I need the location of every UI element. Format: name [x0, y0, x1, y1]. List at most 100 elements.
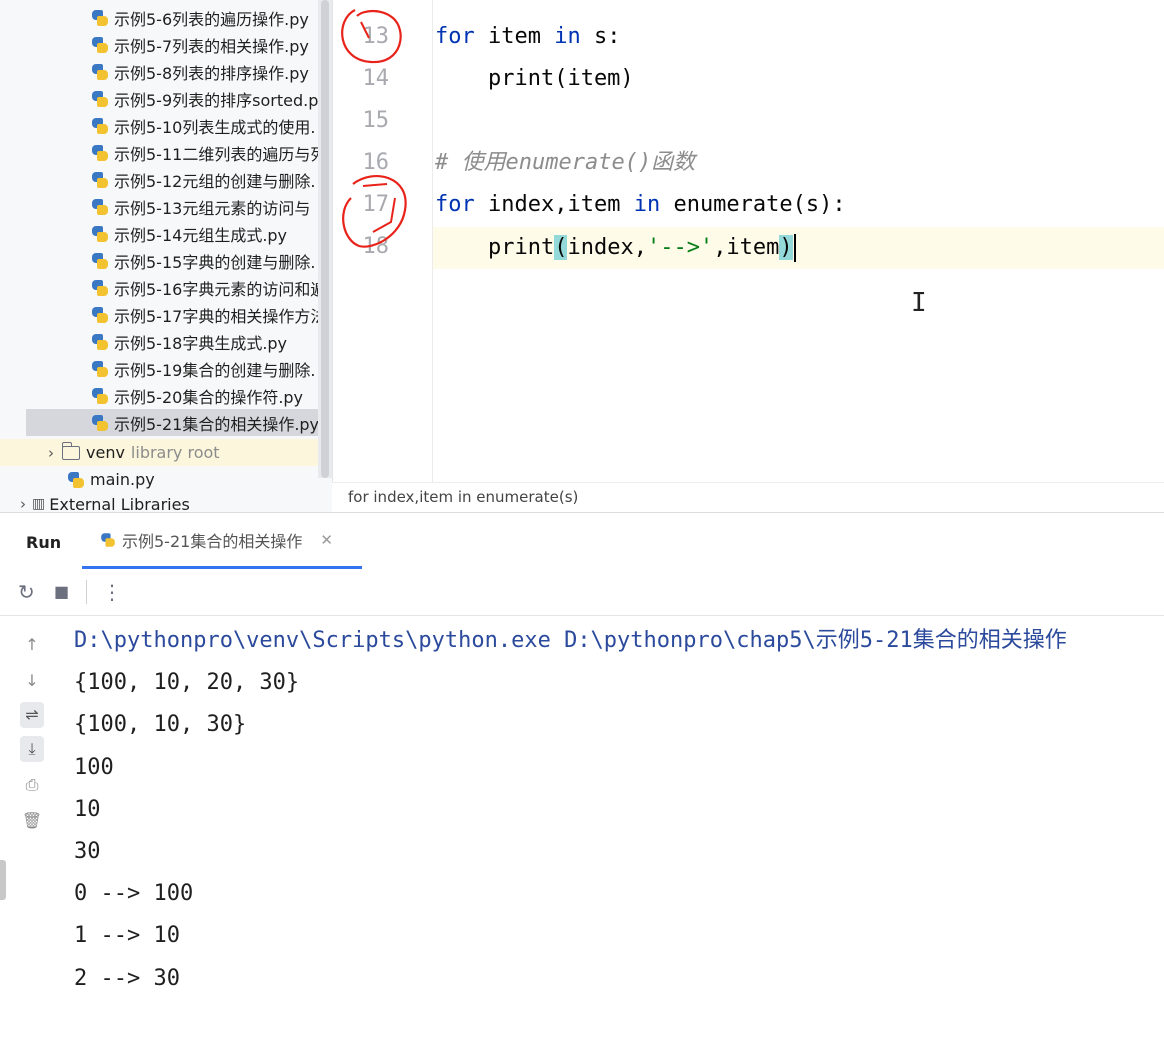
library-root-note: library root	[130, 443, 220, 462]
tree-file-item[interactable]: 示例5-14元组生成式.py	[0, 220, 332, 247]
python-file-icon	[92, 117, 108, 134]
tree-file-item[interactable]: 示例5-17字典的相关操作方法	[0, 301, 332, 328]
folder-icon	[61, 441, 80, 460]
soft-wrap-icon[interactable]: ⇌	[20, 702, 44, 728]
scroll-to-end-icon[interactable]: ⤓	[20, 736, 44, 762]
rerun-icon[interactable]: ↻	[18, 580, 35, 604]
console-line: 10	[74, 796, 101, 822]
code-text: index,	[567, 235, 647, 260]
tree-external-libraries[interactable]: › ▥ External Libraries	[0, 494, 332, 513]
python-file-icon	[92, 9, 108, 26]
code-text: ,item	[713, 235, 780, 260]
console-line: 2 --> 30	[74, 965, 180, 991]
run-title: Run	[26, 533, 62, 552]
tree-file-item[interactable]: 示例5-20集合的操作符.py	[0, 382, 332, 409]
code-line-13[interactable]: for item in s:	[435, 17, 620, 57]
code-text: print	[435, 235, 555, 260]
python-file-icon	[92, 144, 108, 161]
tree-file-item[interactable]: 示例5-6列表的遍历操作.py	[0, 4, 332, 31]
line-number: 15	[362, 108, 390, 133]
console-line: 1 --> 10	[74, 923, 180, 949]
tree-file-item[interactable]: 示例5-8列表的排序操作.py	[0, 58, 332, 85]
python-file-icon	[92, 279, 108, 296]
file-name: 示例5-8列表的排序操作.py	[114, 63, 309, 83]
tree-file-item[interactable]: 示例5-11二维列表的遍历与列	[0, 139, 332, 166]
code-line-14[interactable]: print(item)	[435, 59, 634, 99]
python-file-icon	[92, 360, 108, 377]
line-gutter: 13 14 15 16 17 18	[333, 0, 433, 482]
tree-file-item[interactable]: 示例5-12元组的创建与删除.	[0, 166, 332, 193]
tree-file-item[interactable]: 示例5-13元组元素的访问与	[0, 193, 332, 220]
keyword: in	[633, 192, 661, 217]
console-line: 0 --> 100	[74, 881, 194, 907]
python-file-icon	[92, 63, 108, 80]
tree-file-item[interactable]: 示例5-19集合的创建与删除.	[0, 355, 332, 382]
file-name: 示例5-15字典的创建与删除.	[114, 252, 316, 272]
tree-file-item[interactable]: 示例5-16字典元素的访问和遍	[0, 274, 332, 301]
file-name: 示例5-6列表的遍历操作.py	[114, 9, 309, 29]
python-file-icon	[92, 90, 108, 107]
file-name: 示例5-10列表生成式的使用.	[114, 117, 316, 137]
file-name: 示例5-12元组的创建与删除.	[114, 171, 316, 191]
console-output[interactable]: D:\pythonpro\venv\Scripts\python.exe D:\…	[74, 620, 1164, 1044]
collapsed-panel-tab[interactable]	[0, 860, 6, 900]
i-beam-cursor-icon: I	[911, 288, 927, 318]
tree-folder-venv[interactable]: › venv library root	[0, 439, 332, 466]
tree-file-item[interactable]: 示例5-9列表的排序sorted.p	[0, 85, 332, 112]
more-icon[interactable]: ⋮	[102, 580, 122, 604]
console-line: D:\pythonpro\venv\Scripts\python.exe D:\…	[74, 628, 1067, 653]
line-number: 16	[362, 150, 390, 175]
code-line-16[interactable]: # 使用enumerate()函数	[435, 143, 695, 183]
console-line: {100, 10, 30}	[74, 712, 247, 738]
tree-file-main[interactable]: main.py	[0, 466, 332, 493]
run-toolbar: ↻ ■ ⋮	[0, 568, 1164, 616]
python-file-icon	[92, 36, 108, 53]
keyword: for	[435, 192, 475, 217]
file-name: 示例5-16字典元素的访问和遍	[114, 279, 327, 299]
toolbar-divider	[86, 580, 87, 604]
file-name: 示例5-17字典的相关操作方法	[114, 306, 327, 326]
tree-file-item[interactable]: 示例5-10列表生成式的使用.	[0, 112, 332, 139]
tree-scrollbar[interactable]	[318, 0, 332, 478]
stop-icon[interactable]: ■	[54, 582, 69, 601]
python-file-icon	[92, 171, 108, 188]
external-libraries-label: External Libraries	[49, 494, 190, 513]
matched-paren: )	[779, 235, 793, 260]
file-name: main.py	[90, 470, 155, 489]
code-line-18[interactable]: print(index,'-->',item)	[435, 228, 796, 268]
trash-icon[interactable]: 🗑	[20, 808, 44, 834]
print-icon[interactable]: ⎙	[20, 772, 44, 798]
text-caret	[793, 234, 796, 262]
arrow-down-icon[interactable]: ↓	[20, 668, 44, 694]
code-editor[interactable]: 13 14 15 16 17 18 for item in s: print(i…	[332, 0, 1164, 482]
tab-run-config[interactable]: 示例5-21集合的相关操作 ✕	[82, 513, 362, 569]
close-icon[interactable]: ✕	[320, 531, 333, 549]
project-tree: 示例5-6列表的遍历操作.py 示例5-7列表的相关操作.py 示例5-8列表的排序…	[0, 0, 332, 512]
tree-file-item[interactable]: 示例5-21集合的相关操作.py	[0, 409, 332, 436]
file-name: 示例5-11二维列表的遍历与列	[114, 144, 327, 164]
file-name: 示例5-20集合的操作符.py	[114, 387, 304, 407]
code-line-17[interactable]: for index,item in enumerate(s):	[435, 185, 846, 225]
tree-file-item[interactable]: 示例5-18字典生成式.py	[0, 328, 332, 355]
code-comment: # 使用enumerate()函数	[435, 150, 696, 175]
chevron-right-icon[interactable]: ›	[14, 495, 32, 512]
code-text: s:	[580, 24, 621, 49]
python-file-icon	[92, 387, 108, 404]
line-number: 18	[362, 234, 390, 259]
tree-file-item[interactable]: 示例5-15字典的创建与删除.	[0, 247, 332, 274]
python-file-icon	[92, 198, 108, 215]
keyword: for	[435, 24, 475, 49]
console-line: {100, 10, 20, 30}	[74, 670, 300, 696]
python-file-icon	[92, 333, 108, 350]
chevron-right-icon[interactable]: ›	[40, 444, 62, 462]
file-name: 示例5-13元组元素的访问与	[114, 198, 311, 218]
breadcrumb[interactable]: for index,item in enumerate(s)	[348, 488, 578, 506]
code-string: '-->'	[646, 235, 714, 260]
arrow-up-icon[interactable]: ↑	[20, 632, 44, 658]
file-name: 示例5-7列表的相关操作.py	[114, 36, 309, 56]
file-name: 示例5-14元组生成式.py	[114, 225, 288, 245]
line-number: 13	[362, 24, 390, 49]
library-icon: ▥	[32, 496, 46, 512]
tree-file-item[interactable]: 示例5-7列表的相关操作.py	[0, 31, 332, 58]
console-line: 100	[74, 754, 114, 780]
